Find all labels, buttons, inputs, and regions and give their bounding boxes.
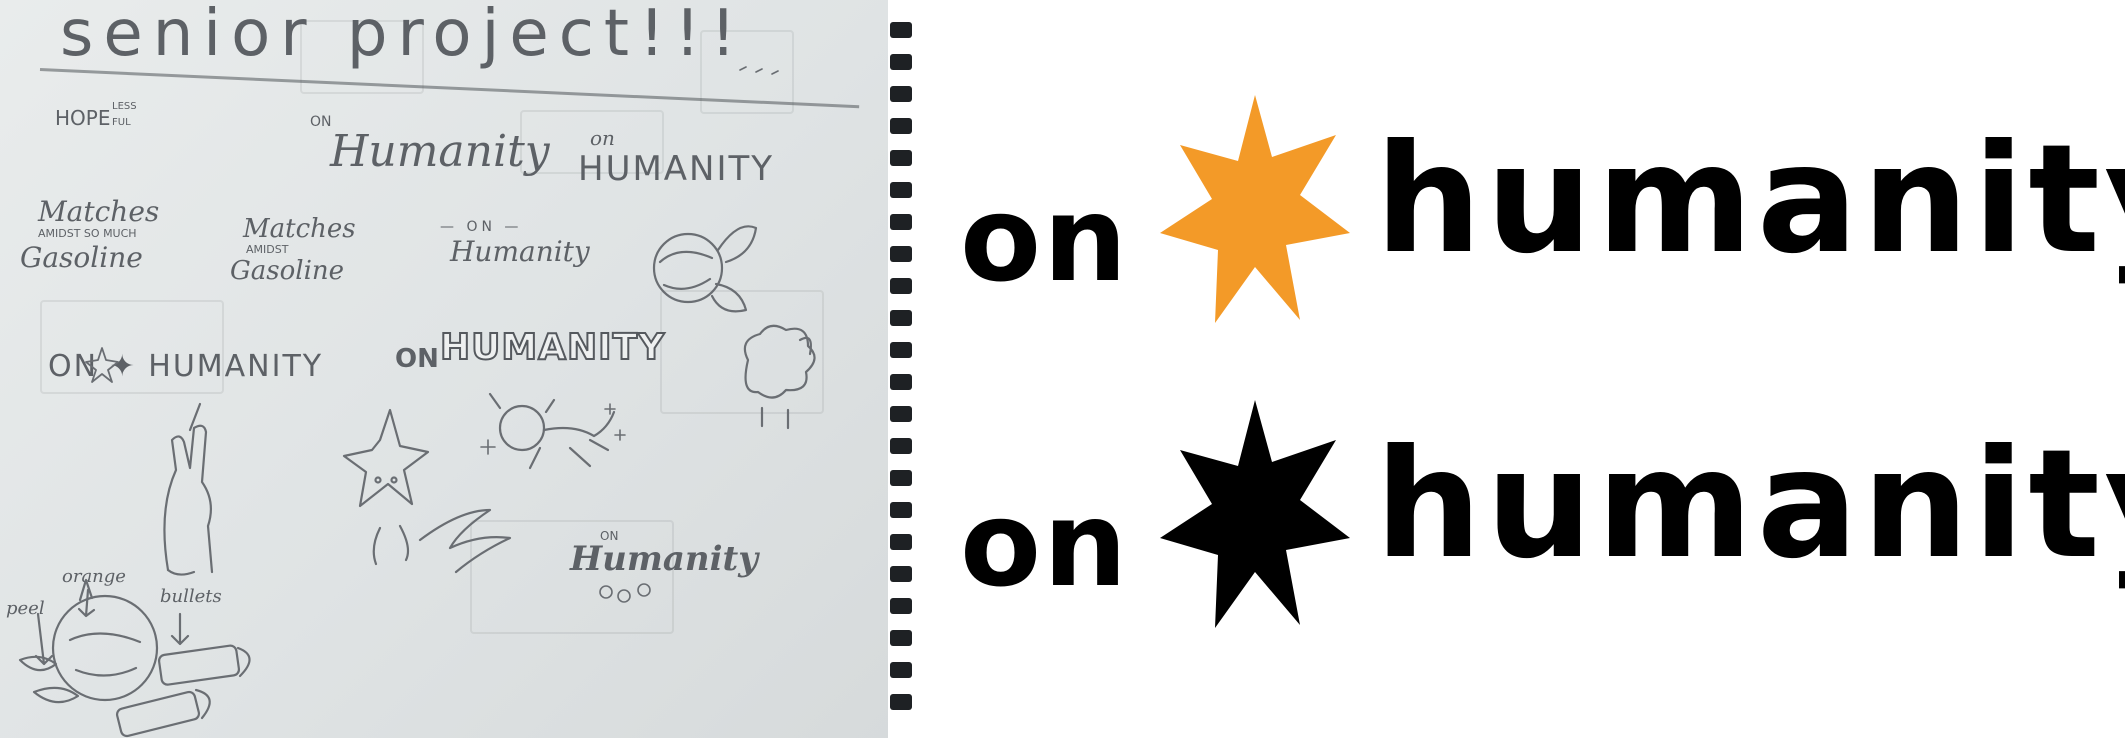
splash-sketch-icon — [418, 508, 512, 574]
small-flowers-sketch-icon — [599, 583, 651, 603]
dog-sketch-icon — [488, 392, 616, 470]
logo-humanity-text: humanity — [1375, 113, 2125, 287]
logo-on-text: on — [960, 475, 1130, 613]
sheep-sketch-icon — [743, 324, 816, 430]
black-star-icon — [1160, 400, 1350, 628]
peel-sketch-icon — [18, 655, 80, 704]
bullets-arrow-icon — [170, 612, 190, 646]
flower-sketch-icon — [652, 225, 758, 313]
canvas: senior project!!! HOPE LESS FUL ON Human… — [0, 0, 2125, 738]
logo-on-text: on — [960, 170, 1130, 308]
orange-sketch-icon — [51, 578, 159, 702]
small-star-sketch-icon — [85, 347, 119, 383]
spiral-binding — [888, 0, 915, 738]
logo-humanity-text: humanity — [1375, 418, 2125, 592]
orange-star-icon — [1160, 95, 1350, 323]
logo-orange-star: on humanity — [960, 85, 2125, 345]
logo-black-star: on humanity — [960, 390, 2125, 650]
sketchbook-photo: senior project!!! HOPE LESS FUL ON Human… — [0, 0, 915, 738]
star-figure-sketch-icon — [342, 408, 430, 566]
hand-sketch-icon — [163, 402, 214, 576]
pencil-drawings — [18, 66, 816, 738]
